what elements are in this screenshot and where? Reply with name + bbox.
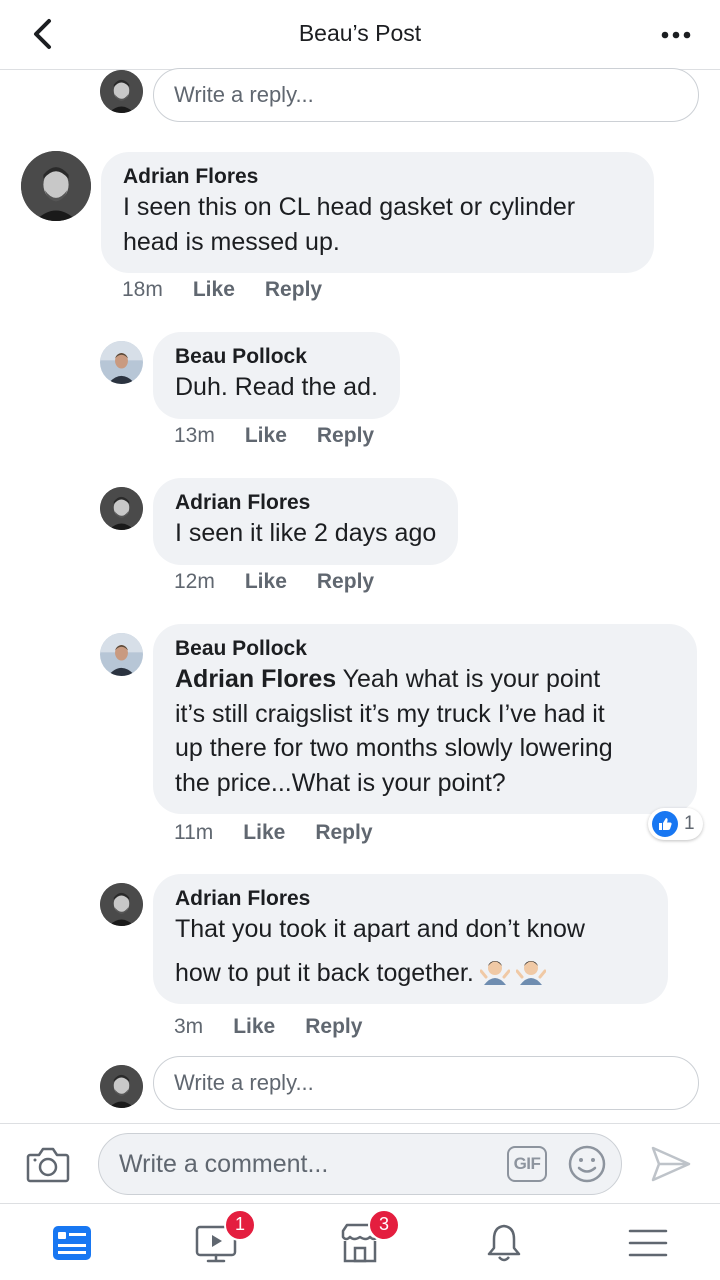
comment-line: I seen it like 2 days ago [175, 519, 437, 547]
comment-composer: GIF [0, 1123, 720, 1203]
comment-author[interactable]: Beau Pollock [175, 636, 675, 662]
avatar[interactable] [100, 341, 143, 384]
news-feed-icon [50, 1221, 94, 1265]
comment-bubble: Beau Pollock Adrian Flores Yeah what is … [153, 624, 697, 814]
comment-bubble: Beau Pollock Duh. Read the ad. [153, 332, 400, 419]
bottom-tab-bar: 1 3 [0, 1203, 720, 1280]
comment-bubble: Adrian Flores I seen it like 2 days ago [153, 478, 459, 565]
more-options-button[interactable] [656, 20, 696, 50]
avatar[interactable] [100, 70, 143, 113]
watch-video-icon: 1 [194, 1208, 256, 1265]
reply-button[interactable]: Reply [317, 424, 374, 448]
comment-text: I seen it like 2 days ago [175, 516, 436, 551]
reaction-count: 1 [684, 813, 695, 834]
menu-icon [626, 1221, 670, 1265]
comment-line-text: Yeah what is your point [336, 665, 601, 693]
comment-author[interactable]: Adrian Flores [123, 164, 632, 190]
avatar[interactable] [100, 487, 143, 530]
comment-actions: 3m Like Reply [174, 1015, 362, 1039]
top-navigation-bar: Beau’s Post [0, 0, 720, 70]
comment-text: Duh. Read the ad. [175, 370, 378, 405]
like-button[interactable]: Like [245, 570, 287, 594]
page-title: Beau’s Post [298, 20, 422, 46]
comment-text: That you took it apart and don’t know ho… [175, 912, 646, 990]
comment-line: Adrian Flores Yeah what is your point [175, 662, 675, 697]
man-shrugging-emoji [479, 960, 510, 985]
reaction-summary[interactable]: 1 [648, 808, 703, 840]
man-shrugging-emoji [515, 960, 546, 985]
comment-line: it’s still craigslist it’s my truck I’ve… [175, 699, 605, 728]
comment-input[interactable] [99, 1134, 489, 1194]
write-reply-field[interactable] [153, 1056, 699, 1110]
comment-author[interactable]: Adrian Flores [175, 490, 436, 516]
comment-line: the price...What is your point? [175, 768, 506, 797]
comment-timestamp: 11m [174, 821, 214, 844]
comment-line: I seen this on CL head gasket or cylinde… [123, 193, 576, 221]
reply-button[interactable]: Reply [305, 1015, 362, 1039]
comment-actions: 13m Like Reply [174, 424, 374, 448]
reply-button[interactable]: Reply [315, 821, 372, 845]
tab-news-feed[interactable] [0, 1204, 144, 1280]
comment-text: I seen this on CL head gasket or cylinde… [123, 190, 632, 259]
comment-bubble: Adrian Flores I seen this on CL head gas… [101, 152, 654, 273]
avatar[interactable] [100, 633, 143, 676]
notification-badge: 3 [368, 1208, 400, 1241]
comment-line-text: how to put it back together. [175, 958, 474, 987]
comment-field[interactable]: GIF [98, 1133, 622, 1195]
comment-actions: 11m Like Reply [174, 821, 373, 845]
comment-line: up there for two months slowly lowering [175, 734, 613, 762]
more-horizontal-icon [661, 31, 691, 39]
comment-line: head is messed up. [123, 227, 340, 256]
comment-bubble: Adrian Flores That you took it apart and… [153, 874, 668, 1004]
comment-timestamp: 12m [174, 570, 215, 593]
comment-line: That you took it apart and don’t know [175, 915, 585, 943]
notification-badge: 1 [224, 1208, 256, 1241]
like-button[interactable]: Like [243, 821, 285, 845]
tab-marketplace[interactable]: 3 [288, 1204, 432, 1280]
tab-notifications[interactable] [432, 1204, 576, 1280]
send-icon[interactable] [650, 1144, 692, 1184]
comment-actions: 12m Like Reply [174, 570, 374, 594]
reply-input[interactable] [154, 69, 698, 121]
like-button[interactable]: Like [245, 424, 287, 448]
like-button[interactable]: Like [193, 278, 235, 302]
gif-button[interactable]: GIF [507, 1146, 547, 1182]
reply-input[interactable] [154, 1057, 698, 1109]
marketplace-icon: 3 [338, 1208, 400, 1265]
notifications-bell-icon [482, 1221, 526, 1265]
comment-line: Duh. Read the ad. [175, 373, 378, 401]
write-reply-field[interactable] [153, 68, 699, 122]
thumbs-up-icon [652, 811, 678, 837]
reply-button[interactable]: Reply [317, 570, 374, 594]
comment-timestamp: 13m [174, 424, 215, 447]
comment-text: Adrian Flores Yeah what is your point it… [175, 662, 675, 800]
reply-button[interactable]: Reply [265, 278, 322, 302]
tab-watch[interactable]: 1 [144, 1204, 288, 1280]
comment-timestamp: 3m [174, 1015, 204, 1038]
smiley-icon[interactable] [567, 1144, 607, 1184]
avatar[interactable] [100, 1065, 143, 1108]
comment-author[interactable]: Adrian Flores [175, 886, 646, 912]
mention-link[interactable]: Adrian Flores [175, 665, 336, 693]
like-button[interactable]: Like [233, 1015, 275, 1039]
comment-actions: 18m Like Reply [122, 278, 322, 302]
comment-author[interactable]: Beau Pollock [175, 344, 378, 370]
camera-icon[interactable] [26, 1144, 70, 1184]
avatar[interactable] [100, 883, 143, 926]
comment-timestamp: 18m [122, 278, 163, 301]
tab-menu[interactable] [576, 1204, 720, 1280]
comment-line: how to put it back together. [175, 955, 646, 991]
avatar[interactable] [21, 151, 91, 221]
